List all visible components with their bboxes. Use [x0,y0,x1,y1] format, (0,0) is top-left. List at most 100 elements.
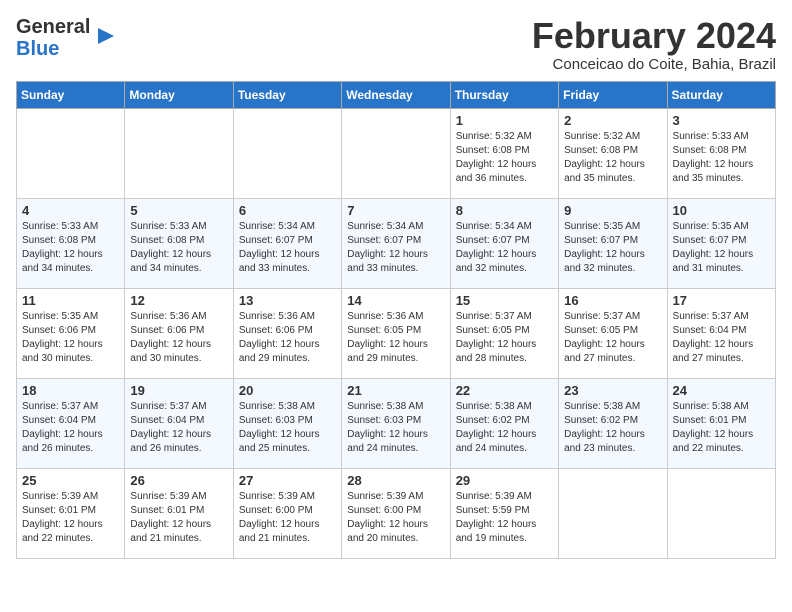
calendar-cell: 21 Sunrise: 5:38 AM Sunset: 6:03 PM Dayli… [342,378,450,468]
calendar-cell: 5 Sunrise: 5:33 AM Sunset: 6:08 PM Daylig… [125,198,233,288]
day-info: Sunrise: 5:38 AM Sunset: 6:01 PM Dayligh… [673,400,770,456]
day-info: Sunrise: 5:39 AM Sunset: 6:01 PM Dayligh… [22,490,119,546]
day-info: Sunrise: 5:39 AM Sunset: 6:00 PM Dayligh… [347,490,444,546]
calendar-cell: 15Sunrise: 5:37 AM Sunset: 6:05 PM Dayli… [450,288,558,378]
day-info: Sunrise: 5:35 AM Sunset: 6:06 PM Dayligh… [22,310,119,366]
day-number: 13 [239,293,336,308]
day-info: Sunrise: 5:38 AM Sunset: 6:03 PM Dayligh… [239,400,336,456]
calendar-cell: 2 Sunrise: 5:32 AM Sunset: 6:08 PM Daylig… [559,108,667,198]
calendar-cell: 7 Sunrise: 5:34 AM Sunset: 6:07 PM Daylig… [342,198,450,288]
calendar-cell: 11Sunrise: 5:35 AM Sunset: 6:06 PM Dayli… [17,288,125,378]
day-number: 25 [22,473,119,488]
day-number: 22 [456,383,553,398]
calendar-cell: 25 Sunrise: 5:39 AM Sunset: 6:01 PM Dayli… [17,468,125,558]
calendar-table: SundayMondayTuesdayWednesdayThursdayFrid… [16,81,776,559]
day-info: Sunrise: 5:38 AM Sunset: 6:03 PM Dayligh… [347,400,444,456]
day-info: Sunrise: 5:37 AM Sunset: 6:04 PM Dayligh… [673,310,770,366]
day-number: 7 [347,203,444,218]
logo-general-text: General [16,16,90,38]
day-info: Sunrise: 5:37 AM Sunset: 6:05 PM Dayligh… [564,310,661,366]
day-info: Sunrise: 5:36 AM Sunset: 6:06 PM Dayligh… [239,310,336,366]
calendar-cell [667,468,775,558]
col-header-thursday: Thursday [450,81,558,108]
day-number: 2 [564,113,661,128]
day-info: Sunrise: 5:37 AM Sunset: 6:04 PM Dayligh… [130,400,227,456]
calendar-cell: 19 Sunrise: 5:37 AM Sunset: 6:04 PM Dayli… [125,378,233,468]
logo-blue-text: Blue [16,38,59,60]
day-number: 6 [239,203,336,218]
calendar-cell: 28Sunrise: 5:39 AM Sunset: 6:00 PM Dayli… [342,468,450,558]
day-number: 16 [564,293,661,308]
day-info: Sunrise: 5:39 AM Sunset: 6:00 PM Dayligh… [239,490,336,546]
day-info: Sunrise: 5:32 AM Sunset: 6:08 PM Dayligh… [564,130,661,186]
calendar-cell: 27 Sunrise: 5:39 AM Sunset: 6:00 PM Dayli… [233,468,341,558]
day-info: Sunrise: 5:38 AM Sunset: 6:02 PM Dayligh… [456,400,553,456]
day-info: Sunrise: 5:34 AM Sunset: 6:07 PM Dayligh… [239,220,336,276]
calendar-cell: 23 Sunrise: 5:38 AM Sunset: 6:02 PM Dayli… [559,378,667,468]
day-number: 1 [456,113,553,128]
day-info: Sunrise: 5:39 AM Sunset: 5:59 PM Dayligh… [456,490,553,546]
day-info: Sunrise: 5:34 AM Sunset: 6:07 PM Dayligh… [456,220,553,276]
day-number: 12 [130,293,227,308]
calendar-cell: 12Sunrise: 5:36 AM Sunset: 6:06 PM Dayli… [125,288,233,378]
col-header-saturday: Saturday [667,81,775,108]
day-number: 17 [673,293,770,308]
calendar-cell: 13 Sunrise: 5:36 AM Sunset: 6:06 PM Dayli… [233,288,341,378]
day-number: 5 [130,203,227,218]
calendar-cell: 1Sunrise: 5:32 AM Sunset: 6:08 PM Daylig… [450,108,558,198]
calendar-cell: 18 Sunrise: 5:37 AM Sunset: 6:04 PM Dayli… [17,378,125,468]
day-number: 21 [347,383,444,398]
col-header-wednesday: Wednesday [342,81,450,108]
calendar-cell: 26Sunrise: 5:39 AM Sunset: 6:01 PM Dayli… [125,468,233,558]
day-number: 27 [239,473,336,488]
calendar-week-row: 11Sunrise: 5:35 AM Sunset: 6:06 PM Dayli… [17,288,776,378]
col-header-friday: Friday [559,81,667,108]
day-number: 24 [673,383,770,398]
page-header: General Blue February 2024 Conceicao do … [16,16,776,73]
calendar-cell: 20Sunrise: 5:38 AM Sunset: 6:03 PM Dayli… [233,378,341,468]
day-info: Sunrise: 5:35 AM Sunset: 6:07 PM Dayligh… [564,220,661,276]
col-header-monday: Monday [125,81,233,108]
day-info: Sunrise: 5:33 AM Sunset: 6:08 PM Dayligh… [130,220,227,276]
day-info: Sunrise: 5:39 AM Sunset: 6:01 PM Dayligh… [130,490,227,546]
col-header-tuesday: Tuesday [233,81,341,108]
month-year-heading: February 2024 [532,16,776,56]
day-number: 10 [673,203,770,218]
calendar-cell: 29 Sunrise: 5:39 AM Sunset: 5:59 PM Dayli… [450,468,558,558]
location-text: Conceicao do Coite, Bahia, Brazil [532,56,776,73]
day-number: 29 [456,473,553,488]
day-number: 18 [22,383,119,398]
calendar-cell: 6 Sunrise: 5:34 AM Sunset: 6:07 PM Daylig… [233,198,341,288]
day-number: 9 [564,203,661,218]
calendar-cell: 10 Sunrise: 5:35 AM Sunset: 6:07 PM Dayli… [667,198,775,288]
calendar-cell [233,108,341,198]
calendar-cell: 24 Sunrise: 5:38 AM Sunset: 6:01 PM Dayli… [667,378,775,468]
day-info: Sunrise: 5:33 AM Sunset: 6:08 PM Dayligh… [22,220,119,276]
logo: General Blue [16,16,118,60]
title-block: February 2024 Conceicao do Coite, Bahia,… [532,16,776,73]
calendar-cell: 22 Sunrise: 5:38 AM Sunset: 6:02 PM Dayli… [450,378,558,468]
calendar-cell: 8Sunrise: 5:34 AM Sunset: 6:07 PM Daylig… [450,198,558,288]
calendar-cell: 17 Sunrise: 5:37 AM Sunset: 6:04 PM Dayli… [667,288,775,378]
day-number: 4 [22,203,119,218]
day-number: 3 [673,113,770,128]
calendar-cell: 14Sunrise: 5:36 AM Sunset: 6:05 PM Dayli… [342,288,450,378]
calendar-cell [125,108,233,198]
calendar-week-row: 25 Sunrise: 5:39 AM Sunset: 6:01 PM Dayli… [17,468,776,558]
calendar-cell: 3Sunrise: 5:33 AM Sunset: 6:08 PM Daylig… [667,108,775,198]
calendar-week-row: 4 Sunrise: 5:33 AM Sunset: 6:08 PM Daylig… [17,198,776,288]
calendar-cell [342,108,450,198]
day-info: Sunrise: 5:35 AM Sunset: 6:07 PM Dayligh… [673,220,770,276]
day-number: 23 [564,383,661,398]
day-number: 19 [130,383,227,398]
day-info: Sunrise: 5:37 AM Sunset: 6:05 PM Dayligh… [456,310,553,366]
calendar-week-row: 1 Sunrise: 5:32 AM Sunset: 6:08 PM Daylig… [17,108,776,198]
calendar-week-row: 18 Sunrise: 5:37 AM Sunset: 6:04 PM Dayli… [17,378,776,468]
calendar-header-row: SundayMondayTuesdayWednesdayThursdayFrid… [17,81,776,108]
day-info: Sunrise: 5:37 AM Sunset: 6:04 PM Dayligh… [22,400,119,456]
day-info: Sunrise: 5:38 AM Sunset: 6:02 PM Dayligh… [564,400,661,456]
day-info: Sunrise: 5:36 AM Sunset: 6:05 PM Dayligh… [347,310,444,366]
col-header-sunday: Sunday [17,81,125,108]
day-info: Sunrise: 5:34 AM Sunset: 6:07 PM Dayligh… [347,220,444,276]
calendar-cell: 9 Sunrise: 5:35 AM Sunset: 6:07 PM Daylig… [559,198,667,288]
